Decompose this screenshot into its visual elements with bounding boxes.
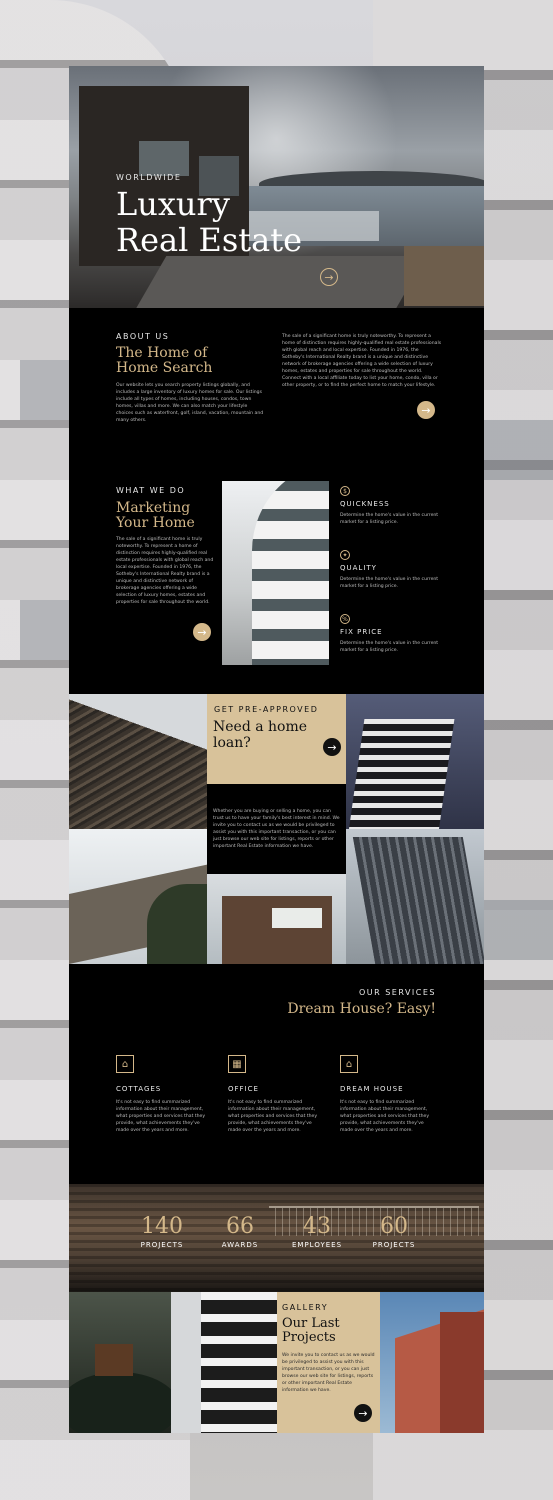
services-title: Dream House? Easy! [287,1001,436,1017]
wwd-arrow-button[interactable]: → [193,623,211,641]
loan-kicker: GET PRE-APPROVED [214,705,319,714]
hero-title-line2: Real Estate [116,221,303,259]
service-cottages: ⌂ COTTAGES It's not easy to find summari… [116,1055,214,1134]
stat-number: 60 [380,1214,408,1239]
backdrop-window [480,420,553,480]
modern-house-photo [207,874,346,964]
service-title: COTTAGES [116,1085,162,1093]
feature-title: QUICKNESS [340,500,390,508]
feature-quality: ✦ QUALITY Determine the home's value in … [340,550,440,590]
stat-employees: 43 EMPLOYEES [282,1214,352,1249]
service-title: OFFICE [228,1085,259,1093]
service-text: It's not easy to find summarized informa… [340,1100,430,1133]
office-icon: ▦ [228,1055,246,1073]
arrow-right-icon: → [421,403,431,417]
feature-title: QUALITY [340,564,377,572]
loan-card: GET PRE-APPROVED Need a home loan? → [207,694,346,784]
hero-title: Luxury Real Estate [116,186,302,258]
gallery-arrow-button[interactable]: → [354,1404,372,1422]
service-text: It's not easy to find summarized informa… [116,1100,206,1133]
landing-page: WORLDWIDE Luxury Real Estate → ABOUT US … [69,66,484,1433]
hero-title-line1: Luxury [116,185,230,223]
coin-icon: $ [340,486,350,496]
treehouse-photo [69,1292,171,1433]
about-text-right: The sale of a significant home is truly … [282,334,442,388]
stat-label: AWARDS [221,1241,259,1249]
service-dream-house: ⌂ DREAM HOUSE It's not easy to find summ… [340,1055,438,1134]
arrow-right-icon: → [327,740,337,754]
red-building-photo [380,1292,484,1433]
stat-label: PROJECTS [140,1241,184,1249]
feature-text: Determine the home's value in the curren… [340,641,439,653]
wwd-kicker: WHAT WE DO [116,486,186,495]
brick-building-photo [69,694,207,829]
gallery-card: GALLERY Our Last Projects We invite you … [277,1292,380,1433]
building-curve [252,481,329,665]
stat-number: 140 [141,1214,183,1239]
loan-text: Whether you are buying or selling a home… [213,809,340,849]
services-kicker: OUR SERVICES [358,988,436,997]
wwd-title-line1: Marketing [116,500,191,516]
hero-section: WORLDWIDE Luxury Real Estate → [69,66,484,308]
service-office: ▦ OFFICE It's not easy to find summarize… [228,1055,326,1134]
cottage-icon: ⌂ [116,1055,134,1073]
stat-projects-2: 60 PROJECTS [359,1214,429,1249]
gallery-kicker: GALLERY [282,1303,329,1312]
arrow-right-icon: → [197,625,207,639]
gallery-title-line1: Our Last [282,1316,340,1331]
arrow-right-icon: → [358,1406,368,1420]
feature-fix-price: % FIX PRICE Determine the home's value i… [340,614,440,654]
stat-awards: 66 AWARDS [205,1214,275,1249]
hero-wall [404,246,484,306]
service-title: DREAM HOUSE [340,1085,404,1093]
about-kicker: ABOUT US [116,332,170,341]
gallery-text: We invite you to contact us as we would … [282,1353,375,1393]
feature-text: Determine the home's value in the curren… [340,577,439,589]
backdrop-window [480,900,553,960]
stat-number: 66 [226,1214,254,1239]
about-text-left: Our website lets you search property lis… [116,383,264,423]
hero-road [131,256,427,308]
stat-number: 43 [303,1214,331,1239]
service-text: It's not easy to find summarized informa… [228,1100,318,1133]
about-title-line1: The Home of [116,345,208,361]
badge-icon: ✦ [340,550,350,560]
building-photo [222,481,329,665]
highrise-photo [346,829,484,964]
wwd-title-line2: Your Home [116,515,195,531]
stat-label: EMPLOYEES [291,1241,343,1249]
hero-arrow-button[interactable]: → [320,268,338,286]
feature-quickness: $ QUICKNESS Determine the home's value i… [340,486,440,526]
tower-photo [346,694,484,829]
feature-text: Determine the home's value in the curren… [340,513,439,525]
wwd-text: The sale of a significant home is truly … [116,537,214,605]
house-icon: ⌂ [340,1055,358,1073]
about-title-line2: Home Search [116,360,213,376]
loan-text-card: Whether you are buying or selling a home… [207,784,346,874]
gallery-title-line2: Projects [282,1330,336,1345]
stat-label: PROJECTS [372,1241,416,1249]
hero-kicker: WORLDWIDE [116,173,182,182]
feature-title: FIX PRICE [340,628,383,636]
apartment-photo [171,1292,277,1433]
arrow-right-icon: → [324,270,334,284]
angled-house-photo [69,829,207,964]
percent-icon: % [340,614,350,624]
about-arrow-button[interactable]: → [417,401,435,419]
loan-arrow-button[interactable]: → [323,738,341,756]
stat-projects: 140 PROJECTS [127,1214,197,1249]
loan-grid: GET PRE-APPROVED Need a home loan? → Whe… [69,694,484,964]
gallery-title: Our Last Projects [282,1317,340,1345]
about-title: The Home of Home Search [116,346,212,376]
wwd-title: Marketing Your Home [116,501,195,531]
